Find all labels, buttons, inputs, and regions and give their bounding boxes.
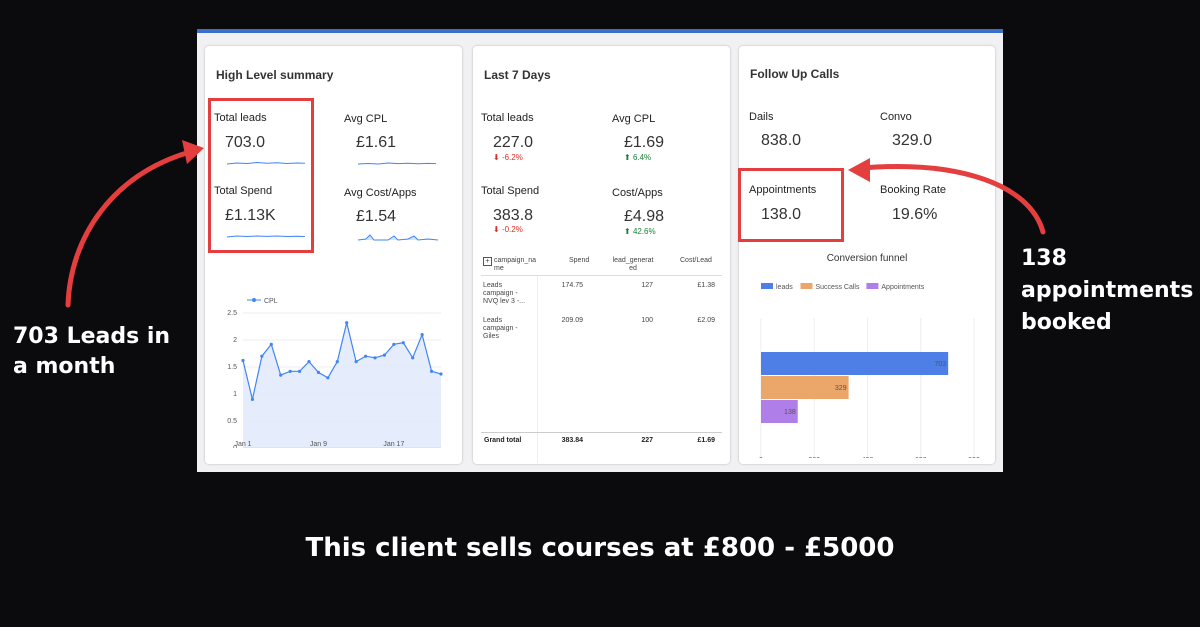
left-annotation: 703 Leads in a month: [13, 322, 170, 382]
right-annotation-line3: booked: [1021, 310, 1112, 335]
left-annotation-line1: 703 Leads in: [13, 324, 171, 349]
right-arrow-icon: [859, 164, 1046, 235]
right-arrowhead-icon: [848, 158, 870, 182]
footer-caption: This client sells courses at £800 - £500…: [305, 533, 895, 563]
left-annotation-line2: a month: [13, 354, 116, 379]
left-arrow-icon: [65, 149, 193, 308]
right-annotation: 138 appointments booked: [1021, 243, 1193, 339]
right-annotation-line2: appointments: [1021, 278, 1194, 303]
left-arrowhead-icon: [182, 140, 204, 164]
right-annotation-line1: 138: [1021, 246, 1067, 271]
